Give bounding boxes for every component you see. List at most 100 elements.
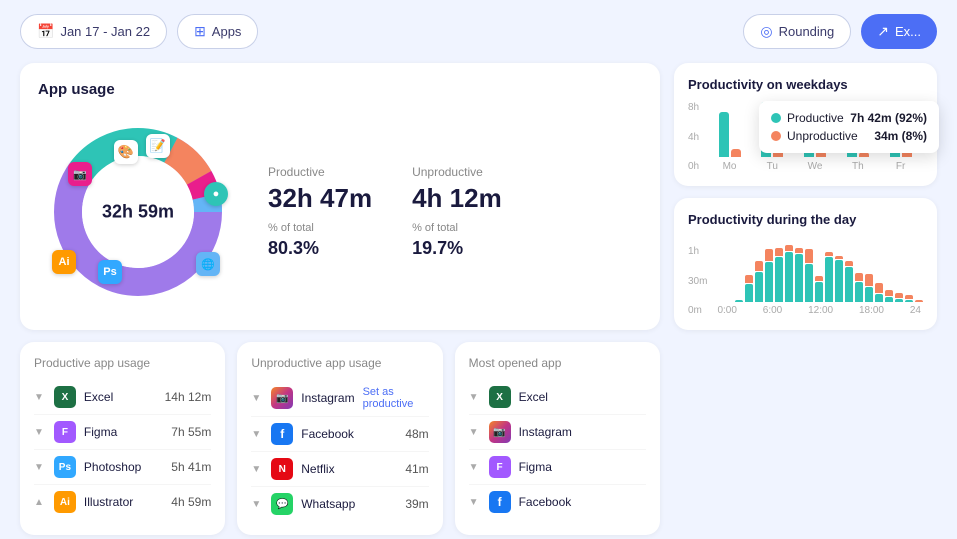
tooltip-productive-row: Productive 7h 42m (92%)	[771, 111, 927, 125]
bar-pair-mo	[719, 97, 741, 157]
main-content: App usage	[0, 63, 957, 539]
calendar-icon: 📅	[37, 23, 54, 40]
weekday-chart-card: Productivity on weekdays Productive 7h 4…	[674, 63, 937, 186]
day-chart-title: Productivity during the day	[688, 212, 923, 227]
insta-donut-icon: 📷	[68, 162, 92, 186]
rounding-button[interactable]: ◎ Rounding	[743, 14, 851, 49]
photoshop-time: 5h 41m	[171, 460, 211, 474]
export-icon: ↗	[877, 23, 889, 40]
facebook-name: Facebook	[519, 495, 646, 509]
x-24: 24	[910, 305, 921, 316]
date-range-label: Jan 17 - Jan 22	[60, 24, 150, 39]
productive-stat: Productive 32h 47m % of total 80.3%	[268, 165, 372, 259]
tu-label: Tu	[767, 161, 778, 172]
facebook-icon: f	[489, 491, 511, 513]
list-item: ▼ F Figma	[469, 450, 646, 485]
unproductive-time: 4h 12m	[412, 183, 502, 214]
list-item: ▲ Ai Illustrator 4h 59m	[34, 485, 211, 519]
day-x-labels: 0:00 6:00 12:00 18:00 24	[715, 305, 923, 316]
unproductive-label: Unproductive	[412, 165, 502, 179]
list-item: ▼ X Excel 14h 12m	[34, 380, 211, 415]
tooltip-unproductive-row: Unproductive 34m (8%)	[771, 129, 927, 143]
chevron-icon: ▼	[251, 464, 261, 475]
productive-pct: 80.3%	[268, 238, 372, 259]
figma-name: Figma	[84, 425, 163, 439]
chart-tooltip: Productive 7h 42m (92%) Unproductive 34m…	[759, 101, 939, 153]
unproductive-apps-list: ▼ 📷 Instagram Set as productive ▼ f Face…	[251, 380, 428, 521]
whatsapp-time: 39m	[405, 497, 428, 511]
tooltip-unproductive-value: 34m (8%)	[874, 129, 927, 143]
y-30m: 30m	[688, 276, 707, 287]
unproductive-apps-card: Unproductive app usage ▼ 📷 Instagram Set…	[237, 342, 442, 535]
productive-pct-label: % of total	[268, 222, 372, 234]
tooltip-productive-value: 7h 42m (92%)	[850, 111, 927, 125]
x-6: 6:00	[763, 305, 782, 316]
whatsapp-name: Whatsapp	[301, 497, 397, 511]
most-opened-title: Most opened app	[469, 356, 646, 370]
figma-time: 7h 55m	[171, 425, 211, 439]
grid-icon: ⊞	[194, 23, 206, 40]
mo-productive-bar	[719, 112, 729, 157]
donut-chart: 📝 🎨 📷 Ai Ps 🌐 ● 32h 59m	[38, 112, 238, 312]
chevron-icon: ▼	[34, 462, 44, 473]
figma-icon: F	[54, 421, 76, 443]
chevron-icon: ▼	[469, 392, 479, 403]
unproductive-stat: Unproductive 4h 12m % of total 19.7%	[412, 165, 502, 259]
productive-apps-list: ▼ X Excel 14h 12m ▼ F Figma 7h 55m ▼ Ps	[34, 380, 211, 519]
chevron-icon: ▼	[469, 427, 479, 438]
unproductive-apps-title: Unproductive app usage	[251, 356, 428, 370]
bar-group-mo: Mo	[711, 97, 748, 172]
productive-dot	[771, 113, 781, 123]
notion-icon: 📝	[146, 134, 170, 158]
right-column: Productivity on weekdays Productive 7h 4…	[674, 63, 937, 535]
day-bars-container: 0:00 6:00 12:00 18:00 24	[715, 237, 923, 316]
excel-icon: X	[54, 386, 76, 408]
header: 📅 Jan 17 - Jan 22 ⊞ Apps ◎ Rounding ↗ Ex…	[0, 0, 957, 63]
y-1h: 1h	[688, 246, 707, 257]
list-item: ▼ 📷 Instagram	[469, 415, 646, 450]
app-usage-body: 📝 🎨 📷 Ai Ps 🌐 ● 32h 59m Productive 32h	[38, 112, 642, 312]
day-bar-chart	[715, 237, 923, 302]
set-productive-button[interactable]: Set as productive	[363, 386, 429, 410]
excel-icon: X	[489, 386, 511, 408]
rounding-icon: ◎	[760, 23, 772, 40]
header-right: ◎ Rounding ↗ Ex...	[743, 14, 937, 49]
chevron-icon: ▼	[469, 497, 479, 508]
rounding-label: Rounding	[779, 24, 835, 39]
day-chart-card: Productivity during the day 1h 30m 0m 0:…	[674, 198, 937, 330]
list-item: ▼ 📷 Instagram Set as productive	[251, 380, 428, 417]
y-axis-labels: 8h 4h 0h	[688, 102, 703, 172]
unproductive-dot	[771, 131, 781, 141]
excel-time: 14h 12m	[165, 390, 212, 404]
apps-button[interactable]: ⊞ Apps	[177, 14, 258, 49]
photoshop-name: Photoshop	[84, 460, 163, 474]
list-item: ▼ N Netflix 41m	[251, 452, 428, 487]
figma-name: Figma	[519, 460, 646, 474]
we-label: We	[808, 161, 823, 172]
donut-total-time: 32h 59m	[102, 202, 174, 223]
y-label-0h: 0h	[688, 161, 699, 172]
list-item: ▼ Ps Photoshop 5h 41m	[34, 450, 211, 485]
productive-time: 32h 47m	[268, 183, 372, 214]
instagram-name: Instagram	[519, 425, 646, 439]
illustrator-name: Illustrator	[84, 495, 163, 509]
instagram-icon: 📷	[271, 387, 293, 409]
export-button[interactable]: ↗ Ex...	[861, 14, 937, 49]
figma-donut-icon: 🎨	[114, 140, 138, 164]
mo-unproductive-bar	[731, 149, 741, 157]
instagram-icon: 📷	[489, 421, 511, 443]
productive-apps-title: Productive app usage	[34, 356, 211, 370]
facebook-icon: f	[271, 423, 293, 445]
mo-label: Mo	[723, 161, 737, 172]
figma-icon: F	[489, 456, 511, 478]
most-opened-list: ▼ X Excel ▼ 📷 Instagram ▼ F Figma	[469, 380, 646, 519]
x-18: 18:00	[859, 305, 884, 316]
export-label: Ex...	[895, 24, 921, 39]
date-range-button[interactable]: 📅 Jan 17 - Jan 22	[20, 14, 167, 49]
day-chart-row: 1h 30m 0m 0:00 6:00 12:00 18:00 24	[688, 237, 923, 316]
weekday-chart-title: Productivity on weekdays	[688, 77, 923, 92]
apps-label: Apps	[212, 24, 242, 39]
y-0m: 0m	[688, 305, 707, 316]
photoshop-icon: Ps	[54, 456, 76, 478]
list-item: ▼ f Facebook	[469, 485, 646, 519]
